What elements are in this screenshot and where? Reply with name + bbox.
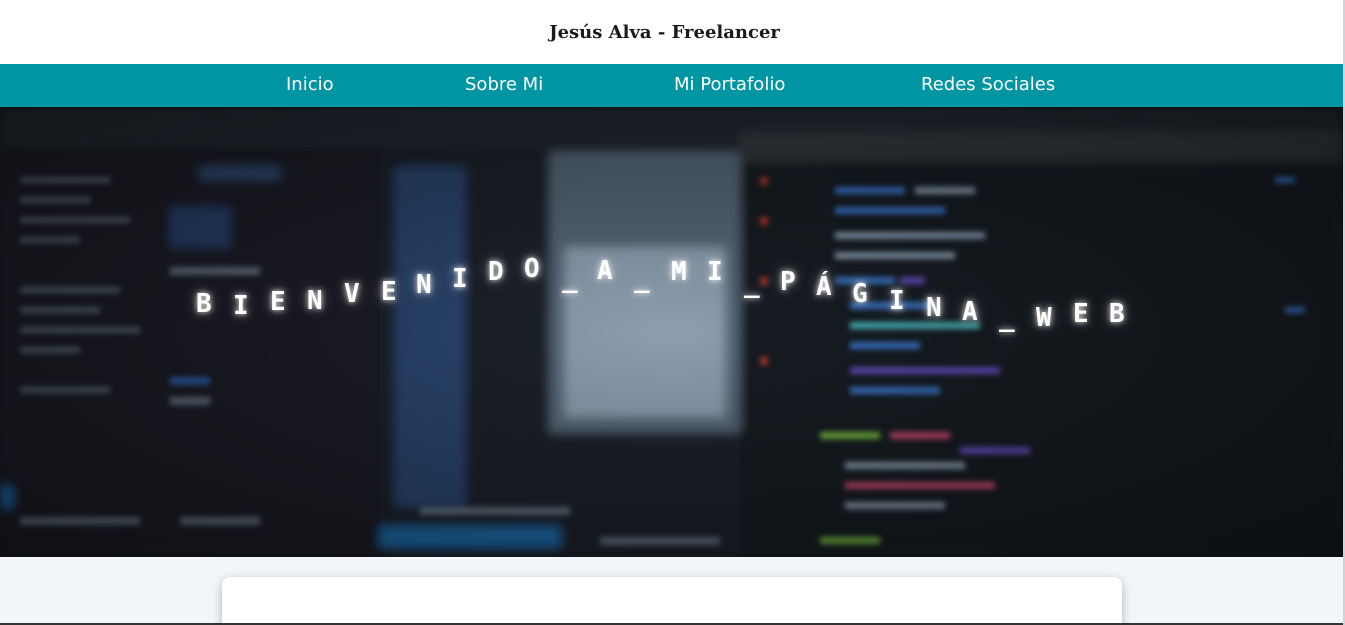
hero-title-letter: B [1109, 299, 1125, 329]
hero-title-letter: P [780, 267, 796, 297]
hero-title-letter: I [889, 286, 905, 316]
hero-title-letter: N [416, 270, 432, 300]
hero-title-letter: _ [999, 303, 1015, 333]
hero-title-letter: _ [634, 264, 650, 294]
hero-title-letter: _ [562, 264, 578, 294]
hero-title-letter: E [381, 277, 397, 307]
hero-title-letter: B [196, 289, 212, 319]
hero-title-letter: D [488, 257, 504, 287]
hero-title-letter: E [1073, 299, 1089, 329]
hero-title-letter: W [1036, 303, 1052, 333]
hero-title-letter: _ [744, 269, 760, 299]
hero-title-letter: Á [816, 272, 832, 302]
hero-title-letter: I [452, 264, 468, 294]
main-nav: Inicio Sobre Mi Mi Portafolio Redes Soci… [0, 64, 1343, 107]
hero-title-letter: N [926, 293, 942, 323]
hero-banner: B I E N V E N I D O _ A _ M I _ P Á G I N A _ W E B [0, 107, 1343, 557]
nav-link-redes-sociales[interactable]: Redes Sociales [921, 74, 1055, 95]
hero-title-letter: E [270, 287, 286, 317]
hero-title-letter: A [597, 256, 613, 286]
site-header: Jesús Alva - Freelancer [0, 0, 1345, 64]
nav-link-inicio[interactable]: Inicio [286, 74, 334, 95]
nav-link-sobre-mi[interactable]: Sobre Mi [465, 74, 543, 95]
hero-title-letter: V [344, 279, 360, 309]
hero-title-letter: I [707, 257, 723, 287]
site-title: Jesús Alva - Freelancer [549, 21, 780, 43]
content-card [222, 577, 1122, 625]
nav-link-portafolio[interactable]: Mi Portafolio [674, 74, 785, 95]
hero-title-letter: O [524, 254, 540, 284]
hero-title-letter: A [962, 297, 978, 327]
hero-title-letter: I [233, 291, 249, 321]
hero-title: B I E N V E N I D O _ A _ M I _ P Á G I N A _ W E B [0, 107, 1343, 557]
hero-title-letter: G [852, 279, 868, 309]
hero-title-letter: M [671, 257, 687, 287]
hero-title-letter: N [307, 286, 323, 316]
